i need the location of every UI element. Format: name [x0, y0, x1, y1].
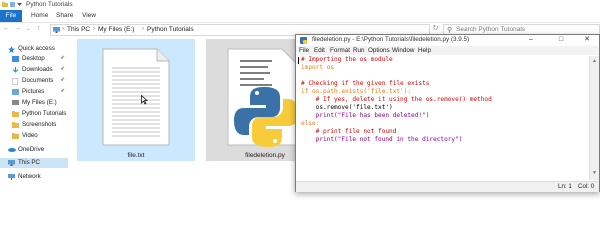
ribbon-tabs: File Home Share View: [0, 10, 600, 23]
breadcrumb-my-files[interactable]: My Files (E:): [98, 26, 134, 33]
code-line: # print file not found: [301, 128, 397, 135]
explorer-window-title: Python Tutorials: [26, 1, 73, 8]
pc-icon: [53, 27, 60, 35]
nav-documents[interactable]: Documents 🖈: [0, 76, 68, 86]
text-file-icon: [102, 48, 170, 146]
network-icon: [8, 174, 15, 180]
idle-menu-bar: File Edit Format Run Options Window Help: [296, 46, 599, 55]
close-button[interactable]: ✕: [577, 35, 597, 45]
explorer-title-bar: Python Tutorials: [0, 0, 600, 10]
download-icon: [12, 67, 19, 73]
text-cursor: [298, 57, 299, 64]
tab-view[interactable]: View: [82, 10, 96, 22]
search-placeholder: Search Python Tutorials: [456, 26, 526, 33]
menu-run[interactable]: Run: [353, 47, 365, 54]
folder-icon: [12, 133, 19, 139]
menu-file[interactable]: File: [299, 47, 309, 54]
nav-my-files[interactable]: My Files (E:): [0, 98, 68, 108]
code-line: os.remove('file.txt'): [301, 104, 393, 111]
menu-options[interactable]: Options: [368, 47, 390, 54]
nav-pictures[interactable]: Pictures 🖈: [0, 87, 68, 97]
drive-icon: [12, 100, 19, 106]
scroll-down-icon[interactable]: ▼: [591, 170, 598, 177]
menu-edit[interactable]: Edit: [314, 47, 325, 54]
nav-this-pc[interactable]: This PC: [0, 158, 68, 168]
refresh-icon[interactable]: ↻: [431, 24, 440, 34]
pin-icon: 🖈: [60, 66, 65, 72]
nav-screenshots[interactable]: Screenshots: [0, 120, 68, 130]
code-line: # If yes, delete it using the os.remove(…: [301, 96, 492, 103]
forward-arrow-icon[interactable]: →: [13, 24, 22, 34]
code-line: import os: [301, 64, 335, 71]
breadcrumb-this-pc[interactable]: This PC: [67, 26, 90, 33]
pc-icon: [8, 160, 15, 166]
nav-quick-access[interactable]: Quick access: [0, 44, 68, 54]
idle-title-bar[interactable]: filedeletion.py - E:\Python Tutorials\fi…: [296, 35, 599, 45]
folder-icon: [12, 122, 19, 128]
nav-downloads[interactable]: Downloads 🖈: [0, 65, 68, 75]
star-icon: [8, 46, 15, 53]
quick-access-dropdown-icon[interactable]: [17, 2, 22, 7]
vertical-scrollbar[interactable]: ▲ ▼: [589, 56, 599, 180]
status-col: Col: 0: [578, 183, 595, 190]
cloud-icon: [8, 147, 16, 153]
file-name-txt: file.txt: [127, 152, 145, 159]
nav-python-tutorials[interactable]: Python Tutorials: [0, 109, 68, 119]
search-icon: ⚲: [447, 27, 453, 34]
pictures-icon: [12, 89, 19, 95]
nav-desktop[interactable]: Desktop 🖈: [0, 54, 68, 64]
properties-icon[interactable]: [10, 2, 15, 7]
idle-editor-window[interactable]: filedeletion.py - E:\Python Tutorials\fi…: [295, 34, 600, 192]
folder-icon: [2, 2, 8, 7]
pin-icon: 🖈: [60, 55, 65, 61]
scroll-up-icon[interactable]: ▲: [591, 58, 598, 65]
code-line: print("File has been deleted!"): [301, 112, 430, 119]
code-line: else:: [301, 120, 320, 127]
code-line: # Importing the os module: [301, 56, 393, 63]
breadcrumb-python-tutorials[interactable]: Python Tutorials: [147, 26, 194, 33]
nav-onedrive[interactable]: OneDrive: [0, 145, 68, 155]
pin-icon: 🖈: [60, 77, 65, 83]
idle-app-icon: [300, 37, 307, 46]
tab-share[interactable]: Share: [56, 10, 73, 22]
pin-icon: 🖈: [60, 88, 65, 94]
desktop-icon: [12, 56, 19, 62]
menu-help[interactable]: Help: [418, 47, 431, 54]
menu-format[interactable]: Format: [330, 47, 350, 54]
nav-network[interactable]: Network: [0, 172, 68, 182]
back-arrow-icon[interactable]: ←: [2, 24, 11, 34]
minimize-button[interactable]: –: [521, 35, 541, 45]
folder-icon: [12, 111, 19, 117]
code-editor[interactable]: # Importing the os module import os # Ch…: [298, 56, 588, 180]
tab-home[interactable]: Home: [31, 10, 48, 22]
file-item-txt[interactable]: file.txt: [77, 39, 195, 161]
navigation-pane: Quick access Desktop 🖈 Downloads 🖈 Docum…: [0, 38, 68, 240]
status-line: Ln: 1: [558, 183, 572, 190]
idle-window-title: filedeletion.py - E:\Python Tutorials\fi…: [312, 36, 470, 43]
tab-file[interactable]: File: [0, 10, 22, 22]
code-line: print("File not found in the directory"): [301, 136, 463, 143]
up-arrow-icon[interactable]: ↑: [34, 24, 43, 34]
recent-locations-icon[interactable]: ⌄: [24, 24, 33, 34]
document-icon: [11, 77, 19, 86]
maximize-button[interactable]: □: [551, 35, 571, 45]
status-bar: Ln: 1 Col: 0: [296, 181, 599, 192]
code-line: if os.path.exists('file.txt'):: [301, 88, 412, 95]
code-line: # Checking if the given file exists: [301, 80, 430, 87]
mouse-cursor-icon: [141, 95, 148, 105]
nav-video[interactable]: Video: [0, 131, 68, 141]
menu-window[interactable]: Window: [392, 47, 414, 54]
